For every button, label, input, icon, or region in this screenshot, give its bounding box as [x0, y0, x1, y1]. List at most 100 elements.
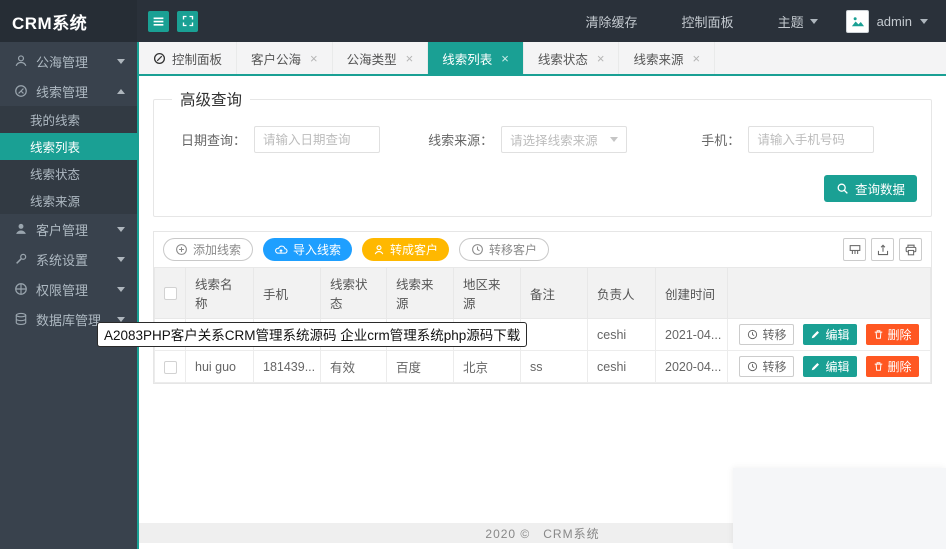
- trash-icon: [873, 329, 884, 340]
- date-query-input[interactable]: [254, 126, 380, 153]
- query-data-button[interactable]: 查询数据: [823, 175, 917, 202]
- sidebar-subitem-lead-status[interactable]: 线索状态: [0, 160, 137, 187]
- tab-lead-source[interactable]: 线索来源 ×: [619, 42, 716, 74]
- column-header-phone: 手机: [253, 267, 321, 319]
- sidebar-subitem-lead-source[interactable]: 线索来源: [0, 187, 137, 214]
- close-icon[interactable]: ×: [597, 52, 605, 65]
- tab-customer-gonghai[interactable]: 客户公海 ×: [237, 42, 333, 74]
- pencil-icon: [810, 361, 821, 372]
- compass-icon: [14, 84, 28, 98]
- clock-icon: [471, 243, 484, 256]
- chevron-down-icon: [920, 18, 928, 24]
- chevron-up-icon: [117, 88, 125, 94]
- clock-icon: [747, 329, 758, 340]
- select-all-checkbox[interactable]: [163, 287, 177, 301]
- tab-label: 客户公海: [251, 52, 302, 67]
- collapse-menu-button[interactable]: [148, 10, 169, 32]
- database-icon: [14, 312, 28, 326]
- sidebar-item-gonghai[interactable]: 公海管理: [0, 46, 137, 76]
- row-edit-button[interactable]: 编辑: [803, 356, 857, 377]
- sidebar-item-label: 客户管理: [36, 222, 89, 238]
- sidebar-item-xiansuo[interactable]: 线索管理: [0, 76, 137, 106]
- subitem-label: 线索来源: [30, 195, 81, 209]
- row-transfer-button[interactable]: 转移: [739, 324, 795, 345]
- subitem-label: 线索列表: [30, 141, 81, 155]
- row-transfer-button[interactable]: 转移: [739, 356, 795, 377]
- sidebar-submenu: 我的线索 线索列表 线索状态 线索来源: [0, 106, 137, 214]
- cell-created: 2020-04...: [655, 350, 728, 383]
- import-lead-label: 导入线索: [293, 243, 342, 257]
- chevron-down-icon: [610, 137, 619, 142]
- delete-label: 删除: [887, 328, 912, 342]
- column-header-status: 线索状态: [320, 267, 387, 319]
- export-button[interactable]: [871, 238, 894, 261]
- pencil-icon: [810, 329, 821, 340]
- transfer-label: 转移: [762, 328, 787, 342]
- row-checkbox[interactable]: [163, 360, 177, 374]
- lead-table-card: 添加线索 导入线索 转成客户 转移客户 线索名称 手机 线索状态 线索来源 地区…: [153, 231, 932, 384]
- edit-label: 编辑: [825, 328, 850, 342]
- hamburger-icon: [152, 15, 165, 28]
- sidebar-item-quanxian[interactable]: 权限管理: [0, 274, 137, 304]
- add-lead-button[interactable]: 添加线索: [163, 238, 254, 261]
- sidebar-nav: 公海管理 线索管理 我的线索 线索列表 线索状态 线索来源 客户管理 系统设置 …: [0, 42, 139, 549]
- close-icon[interactable]: ×: [310, 52, 318, 65]
- cell-note: ss: [520, 350, 588, 383]
- cell-phone: 181439...: [253, 350, 321, 383]
- close-icon[interactable]: ×: [406, 52, 414, 65]
- phone-label: 手机：: [701, 133, 741, 148]
- username-label: admin: [876, 13, 912, 29]
- sidebar-item-xitong[interactable]: 系统设置: [0, 244, 137, 274]
- tab-bar: 控制面板 客户公海 × 公海类型 × 线索列表 × 线索状态 × 线索来源 ×: [139, 42, 946, 76]
- compass-icon: [153, 52, 166, 65]
- advanced-query-panel: 高级查询 日期查询： 线索来源： 请选择线索来源 手机：: [153, 88, 932, 217]
- tab-gonghai-type[interactable]: 公海类型 ×: [333, 42, 429, 74]
- tab-lead-status[interactable]: 线索状态 ×: [524, 42, 620, 74]
- date-query-label: 日期查询：: [180, 133, 246, 148]
- cell-created: 2021-04...: [655, 318, 728, 351]
- sidebar-item-label: 数据库管理: [36, 312, 102, 328]
- tab-lead-list[interactable]: 线索列表 ×: [428, 42, 524, 74]
- bottom-right-overlay: [733, 468, 946, 549]
- transfer-label: 转移: [762, 360, 787, 374]
- theme-dropdown[interactable]: 主题: [756, 0, 840, 42]
- link-tooltip: A2083PHP客户关系CRM管理系统源码 企业crm管理系统php源码下载: [97, 322, 528, 347]
- chevron-down-icon: [117, 286, 125, 292]
- top-header: CRM系统 清除缓存 控制面板 主题 admin: [0, 0, 946, 42]
- control-panel-link[interactable]: 控制面板: [660, 0, 756, 42]
- tab-control-panel[interactable]: 控制面板: [139, 42, 238, 74]
- trash-icon: [873, 361, 884, 372]
- row-delete-button[interactable]: 删除: [865, 356, 919, 377]
- import-lead-button[interactable]: 导入线索: [263, 238, 353, 261]
- user-menu[interactable]: admin: [840, 0, 946, 42]
- cell-note: [520, 318, 588, 351]
- tab-label: 公海类型: [346, 52, 397, 67]
- row-delete-button[interactable]: 删除: [865, 324, 919, 345]
- transfer-customer-label: 转移客户: [489, 243, 538, 257]
- sidebar-item-kehu[interactable]: 客户管理: [0, 214, 137, 244]
- lead-source-select[interactable]: 请选择线索来源: [501, 126, 628, 153]
- tab-label: 线索来源: [633, 52, 684, 67]
- tab-label: 线索列表: [442, 52, 493, 67]
- cell-source: 百度: [386, 350, 454, 383]
- sidebar-item-label: 公海管理: [36, 54, 89, 70]
- fullscreen-button[interactable]: [177, 10, 198, 32]
- close-icon[interactable]: ×: [501, 52, 509, 65]
- print-button[interactable]: [899, 238, 922, 261]
- transfer-customer-button[interactable]: 转移客户: [459, 238, 550, 261]
- clear-cache-link[interactable]: 清除缓存: [564, 0, 660, 42]
- sidebar-subitem-lead-list[interactable]: 线索列表: [0, 133, 137, 160]
- sidebar-subitem-my-leads[interactable]: 我的线索: [0, 106, 137, 133]
- filter-columns-button[interactable]: [843, 238, 866, 261]
- convert-customer-button[interactable]: 转成客户: [362, 238, 450, 261]
- globe-icon: [14, 282, 28, 296]
- cell-name: hui guo: [185, 350, 254, 383]
- subitem-label: 我的线索: [30, 114, 81, 128]
- control-panel-label: 控制面板: [681, 14, 734, 30]
- row-edit-button[interactable]: 编辑: [803, 324, 857, 345]
- column-header-owner: 负责人: [587, 267, 656, 319]
- close-icon[interactable]: ×: [692, 52, 700, 65]
- chevron-down-icon: [117, 316, 125, 322]
- tooltip-text: A2083PHP客户关系CRM管理系统源码 企业crm管理系统php源码下载: [104, 328, 521, 343]
- phone-input[interactable]: [748, 126, 875, 153]
